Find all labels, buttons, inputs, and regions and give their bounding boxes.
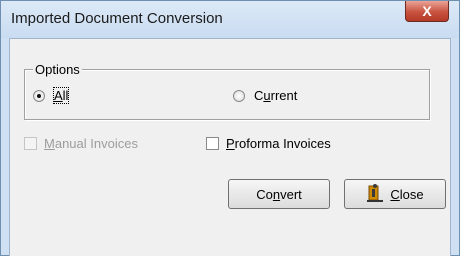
manual-invoices-box[interactable] <box>24 137 37 150</box>
window-close-button[interactable]: X <box>405 1 449 22</box>
radio-all-button[interactable] <box>33 89 45 102</box>
radio-current-button[interactable] <box>233 89 245 102</box>
manual-invoices-checkbox[interactable]: Manual Invoices <box>24 136 138 151</box>
dialog-window: Imported Document Conversion X Options A… <box>0 0 460 256</box>
proforma-invoices-checkbox[interactable]: Proforma Invoices <box>206 136 331 151</box>
exit-door-icon <box>367 184 384 202</box>
convert-label: Convert <box>256 186 302 202</box>
window-title: Imported Document Conversion <box>11 10 223 27</box>
close-label: Close <box>390 186 424 202</box>
title-bar[interactable]: Imported Document Conversion X <box>1 1 459 38</box>
radio-all[interactable]: All <box>33 87 70 104</box>
proforma-invoices-box[interactable] <box>206 137 219 150</box>
radio-current[interactable]: Current <box>233 88 297 103</box>
radio-selected-dot <box>37 93 41 98</box>
options-legend: Options <box>33 62 82 77</box>
close-button[interactable]: Close <box>344 179 446 209</box>
radio-all-label: All <box>52 87 70 104</box>
options-groupbox: Options All Current <box>24 62 430 120</box>
radio-current-label: Current <box>254 88 298 103</box>
dialog-body: Options All Current Manual Invoices Prof… <box>9 38 451 256</box>
manual-invoices-label: Manual Invoices <box>44 136 138 151</box>
radio-all-label-rest: ll <box>62 88 69 103</box>
close-x-icon: X <box>422 3 432 19</box>
convert-button[interactable]: Convert <box>228 179 330 209</box>
proforma-invoices-label: Proforma Invoices <box>226 136 331 151</box>
